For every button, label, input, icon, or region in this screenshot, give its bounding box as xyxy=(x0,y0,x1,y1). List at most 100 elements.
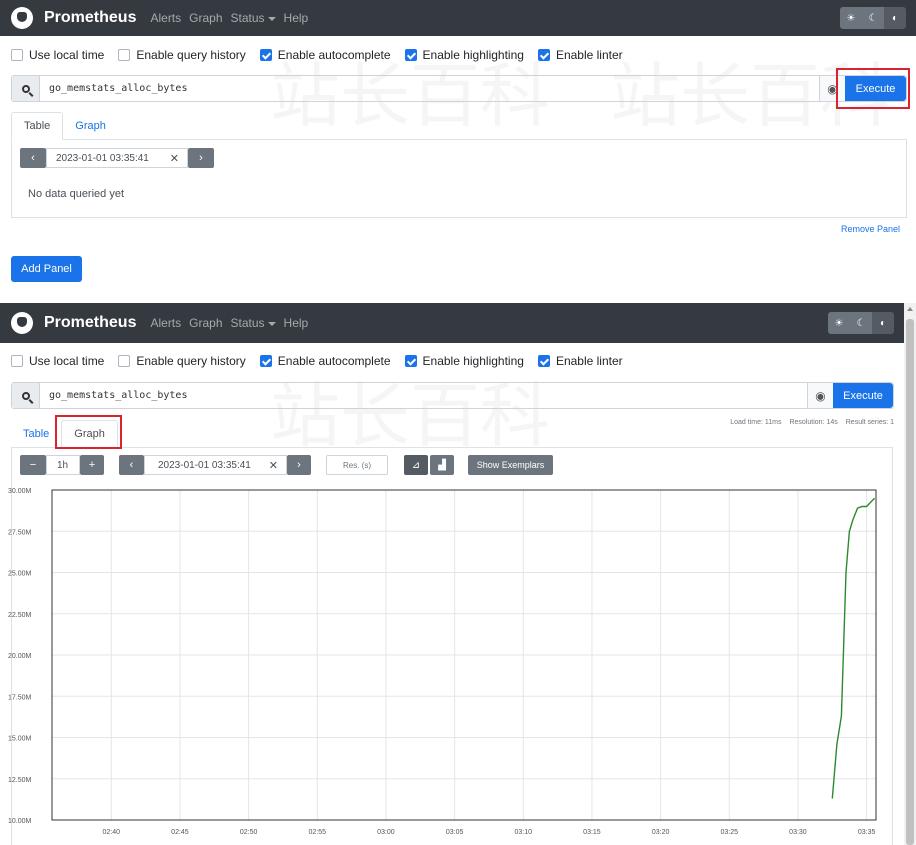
x-tick-label: 03:20 xyxy=(652,829,670,836)
query-bar: go_memstats_alloc_bytes ◉ Execute xyxy=(11,382,894,409)
nav-status[interactable]: Status xyxy=(231,11,276,25)
range-increase-button[interactable]: + xyxy=(80,455,104,475)
scroll-up-icon[interactable] xyxy=(907,307,913,311)
opt-linter[interactable]: Enable linter xyxy=(537,48,623,62)
x-tick-label: 03:35 xyxy=(858,829,876,836)
options-row: Use local time Enable query history Enab… xyxy=(11,354,637,368)
y-tick-label: 20.00M xyxy=(8,653,32,660)
opt-autocomplete[interactable]: Enable autocomplete xyxy=(259,354,391,368)
tab-table[interactable]: Table xyxy=(11,112,64,140)
graph-toolbar: − 1h + ‹ 2023-01-01 03:35:41 ✕ › Res. (s)… xyxy=(0,455,904,477)
opt-autocomplete[interactable]: Enable autocomplete xyxy=(259,48,391,62)
next-time-button[interactable]: › xyxy=(287,455,311,475)
checkbox[interactable] xyxy=(404,49,417,61)
options-row: Use local time Enable query history Enab… xyxy=(11,48,637,62)
checkbox[interactable] xyxy=(537,355,550,367)
prometheus-logo-icon[interactable] xyxy=(11,312,33,334)
opt-highlighting[interactable]: Enable highlighting xyxy=(404,354,524,368)
chevron-down-icon xyxy=(267,16,276,21)
nav-status[interactable]: Status xyxy=(231,316,276,330)
graph-view-screenshot: Prometheus Alerts Graph Status Help ☀ ☾ … xyxy=(0,303,916,845)
checkbox[interactable] xyxy=(11,355,23,367)
no-data-message: No data queried yet xyxy=(28,188,125,200)
stacked-chart-icon[interactable]: ▟ xyxy=(430,455,454,475)
x-tick-label: 02:40 xyxy=(103,829,121,836)
checkbox[interactable] xyxy=(259,355,272,367)
clear-icon[interactable]: ✕ xyxy=(170,152,179,165)
x-tick-label: 03:15 xyxy=(583,829,601,836)
clear-icon[interactable]: ✕ xyxy=(269,459,278,472)
x-tick-label: 03:25 xyxy=(721,829,739,836)
show-exemplars-button[interactable]: Show Exemplars xyxy=(468,455,553,475)
highlight-box xyxy=(55,415,122,449)
x-tick-label: 03:05 xyxy=(446,829,464,836)
checkbox[interactable] xyxy=(118,49,131,61)
x-tick-label: 03:00 xyxy=(377,829,395,836)
checkbox[interactable] xyxy=(118,355,131,367)
scrollbar[interactable] xyxy=(904,303,916,845)
opt-highlighting[interactable]: Enable highlighting xyxy=(404,48,524,62)
nav-graph[interactable]: Graph xyxy=(189,11,222,25)
query-input[interactable]: go_memstats_alloc_bytes xyxy=(40,390,807,401)
nav-graph[interactable]: Graph xyxy=(189,316,222,330)
nav-help[interactable]: Help xyxy=(284,316,309,330)
tab-graph[interactable]: Graph xyxy=(63,112,118,139)
line-chart-icon[interactable]: ⊿ xyxy=(404,455,428,475)
tab-table[interactable]: Table xyxy=(11,420,61,447)
theme-auto-icon[interactable]: ◐ xyxy=(884,7,906,29)
theme-light-icon[interactable]: ☀ xyxy=(840,7,862,29)
x-tick-label: 03:30 xyxy=(789,829,807,836)
eval-time-input[interactable]: 2023-01-01 03:35:41 ✕ xyxy=(46,148,188,168)
y-tick-label: 12.50M xyxy=(8,777,32,784)
resolution-input[interactable]: Res. (s) xyxy=(326,455,388,475)
prev-time-button[interactable]: ‹ xyxy=(119,455,144,475)
navbar: Prometheus Alerts Graph Status Help ☀ ☾ … xyxy=(0,0,916,36)
y-tick-label: 22.50M xyxy=(8,612,32,619)
brand[interactable]: Prometheus xyxy=(44,9,136,27)
nav-help[interactable]: Help xyxy=(284,11,309,25)
y-tick-label: 27.50M xyxy=(8,529,32,536)
theme-dark-icon[interactable]: ☾ xyxy=(850,312,872,334)
table-view-screenshot: Prometheus Alerts Graph Status Help ☀ ☾ … xyxy=(0,0,916,294)
tab-bar: Table Graph xyxy=(11,112,907,140)
checkbox[interactable] xyxy=(404,355,417,367)
nav-alerts[interactable]: Alerts xyxy=(150,11,181,25)
opt-local-time[interactable]: Use local time xyxy=(11,48,104,62)
metrics-explorer-icon[interactable]: ◉ xyxy=(807,383,833,408)
end-time-input[interactable]: 2023-01-01 03:35:41 ✕ xyxy=(144,455,287,475)
series-line xyxy=(831,497,876,799)
opt-linter[interactable]: Enable linter xyxy=(537,354,623,368)
checkbox[interactable] xyxy=(259,49,272,61)
prev-time-button[interactable]: ‹ xyxy=(20,148,46,168)
scroll-thumb[interactable] xyxy=(906,319,914,845)
query-input[interactable]: go_memstats_alloc_bytes xyxy=(40,83,819,94)
memory-line-chart: 10.00M 12.50M 15.00M 17.50M 20.00M 22.50M 25.0… xyxy=(8,488,877,836)
prometheus-logo-icon[interactable] xyxy=(11,7,33,29)
next-time-button[interactable]: › xyxy=(188,148,214,168)
theme-dark-icon[interactable]: ☾ xyxy=(862,7,884,29)
separator xyxy=(0,294,916,303)
y-tick-label: 17.50M xyxy=(8,694,32,701)
range-input[interactable]: 1h xyxy=(46,455,80,475)
brand[interactable]: Prometheus xyxy=(44,314,136,332)
navbar: Prometheus Alerts Graph Status Help ☀ ☾ … xyxy=(0,303,904,343)
y-tick-label: 10.00M xyxy=(8,818,32,825)
y-tick-label: 30.00M xyxy=(8,488,32,495)
theme-auto-icon[interactable]: ◐ xyxy=(872,312,894,334)
range-decrease-button[interactable]: − xyxy=(20,455,46,475)
opt-query-history[interactable]: Enable query history xyxy=(118,48,246,62)
query-bar: go_memstats_alloc_bytes ◉ Execute xyxy=(11,75,907,102)
x-tick-label: 02:50 xyxy=(240,829,258,836)
nav-alerts[interactable]: Alerts xyxy=(150,316,181,330)
remove-panel-link[interactable]: Remove Panel xyxy=(841,224,900,234)
theme-light-icon[interactable]: ☀ xyxy=(828,312,850,334)
y-tick-label: 15.00M xyxy=(8,736,32,743)
checkbox[interactable] xyxy=(537,49,550,61)
opt-local-time[interactable]: Use local time xyxy=(11,354,104,368)
execute-button[interactable]: Execute xyxy=(833,383,893,408)
opt-query-history[interactable]: Enable query history xyxy=(118,354,246,368)
add-panel-button[interactable]: Add Panel xyxy=(11,256,82,282)
y-tick-label: 25.00M xyxy=(8,571,32,578)
highlight-box xyxy=(836,68,910,109)
checkbox[interactable] xyxy=(11,49,23,61)
